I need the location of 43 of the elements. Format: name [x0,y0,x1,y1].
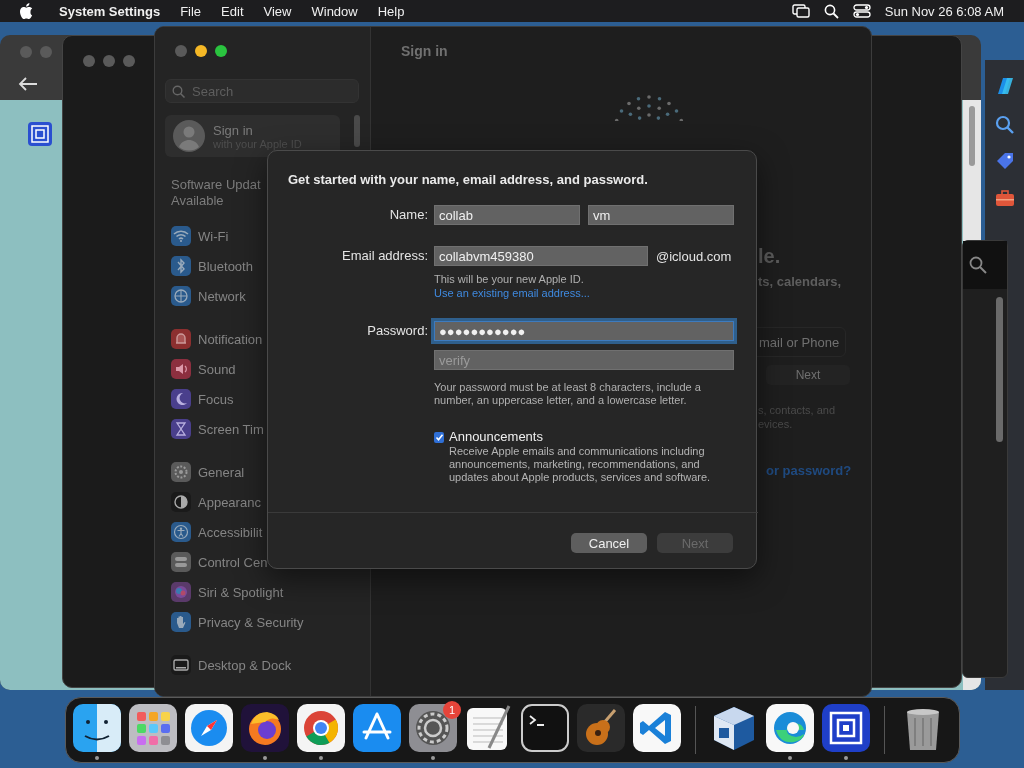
existing-email-link[interactable]: Use an existing email address... [434,286,590,300]
field-label: Email address: [341,247,428,265]
sidebar-item[interactable]: Control Cen [165,547,268,577]
sidebar-item[interactable]: Network [165,281,246,311]
sheet-heading: le. [758,245,782,268]
checkbox-label: Announcements [449,429,544,445]
sheet-subheading: ts, calendars, [758,274,843,289]
menu-item[interactable]: Edit [221,3,244,19]
sidebar-item[interactable]: Wi-Fi [165,221,229,251]
sidebar-item[interactable]: Sound [165,354,236,384]
sidebar-item[interactable]: Desktop & Dock [165,650,292,680]
sidebar-item[interactable]: Accessibilit [165,517,263,547]
sidebar-item[interactable]: Notification [165,324,263,354]
email-field[interactable]: collabvm459380 [434,246,648,266]
menu-item[interactable]: File [180,3,202,19]
sidebar-item[interactable]: Appearanc [165,487,261,517]
sidebar-item[interactable]: Privacy & Security [165,607,304,637]
last-name-field[interactable]: vm [588,205,734,225]
menu-item[interactable]: View [263,3,292,19]
sidebar-item[interactable]: Siri & Spotlight [165,577,284,607]
sidebar-item[interactable]: Bluetooth [165,251,253,281]
field-label: Password: [366,322,428,340]
field-hint: This will be your new Apple ID. [434,272,585,286]
notification-badge: 1 [443,701,461,719]
pane-title: Sign in [401,43,449,59]
menu-clock[interactable]: Sun Nov 26 6:08 AM [884,3,1004,19]
first-name-field[interactable]: collab [434,205,580,225]
sidebar-item[interactable]: Screen Tim [165,414,264,444]
menu-item[interactable]: Window [311,3,358,19]
email-domain: @icloud.com [656,248,732,264]
password-rule: Your password must be at least 8 characters, include a number, an uppercase letter, and a lowercase letter. [434,381,702,407]
next-button[interactable]: Next [766,365,850,385]
field-label: Name: [388,206,428,224]
dialog-button[interactable]: Cancel [571,533,647,553]
verify-field[interactable]: verify [434,350,734,370]
menu-item[interactable]: Help [377,3,405,19]
checkbox-description: Receive Apple emails and communications including announcements, marketing, recommendations, and updates about Apple products, services and software. [449,445,712,484]
account-title: Sign in [213,122,254,138]
app-menu[interactable]: System Settings [59,3,161,19]
sidebar-item[interactable]: General [165,457,245,487]
sidebar-item[interactable]: Focus [165,384,234,414]
dialog-heading: Get started with your name, email address, and password. [288,172,649,187]
password-field[interactable]: ●●●●●●●●●●● [434,321,734,341]
